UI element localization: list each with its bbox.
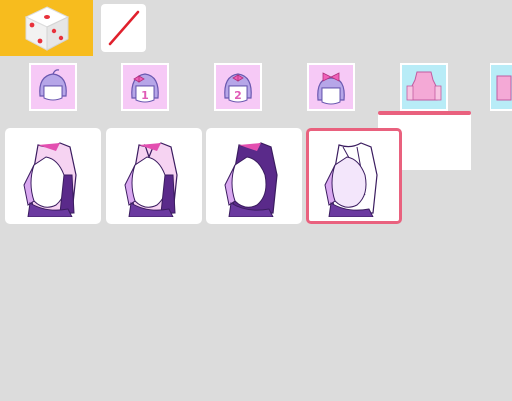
hair-front-icon [39,69,67,101]
tab-partial[interactable] [490,60,512,114]
none-option-button[interactable] [101,4,146,52]
randomize-button[interactable] [0,0,93,56]
tab-label: 2 [234,89,242,102]
tab-top-clothing[interactable] [397,60,451,114]
tab-hair-bow-top[interactable] [304,60,358,114]
tab-hair-bow-1[interactable]: 1 [118,60,172,114]
selected-tab-indicator [378,111,471,115]
hair-bow-icon: 2 [224,73,252,103]
shirt-option-3-icon [224,142,278,217]
dice-icon [24,6,69,51]
tab-hair-front[interactable] [26,60,80,114]
top-toolbar [0,0,512,56]
tab-label: 1 [141,89,149,102]
category-tab-bar: 1 2 [0,56,512,170]
item-option-3[interactable] [206,128,302,224]
hair-bow-icon: 1 [131,73,159,103]
shirt-option-2-icon [124,142,178,217]
shirt-option-4-icon [324,142,378,217]
tab-hair-bow-2[interactable]: 2 [211,60,265,114]
top-clothing-icon [406,71,442,101]
shirt-option-1-icon [23,142,77,217]
item-option-4-selected[interactable] [306,128,402,224]
item-option-1[interactable] [5,128,101,224]
item-option-2[interactable] [106,128,202,224]
partial-tab-icon [496,75,512,101]
hair-bow-top-icon [317,72,345,105]
slash-none-icon [108,10,139,46]
